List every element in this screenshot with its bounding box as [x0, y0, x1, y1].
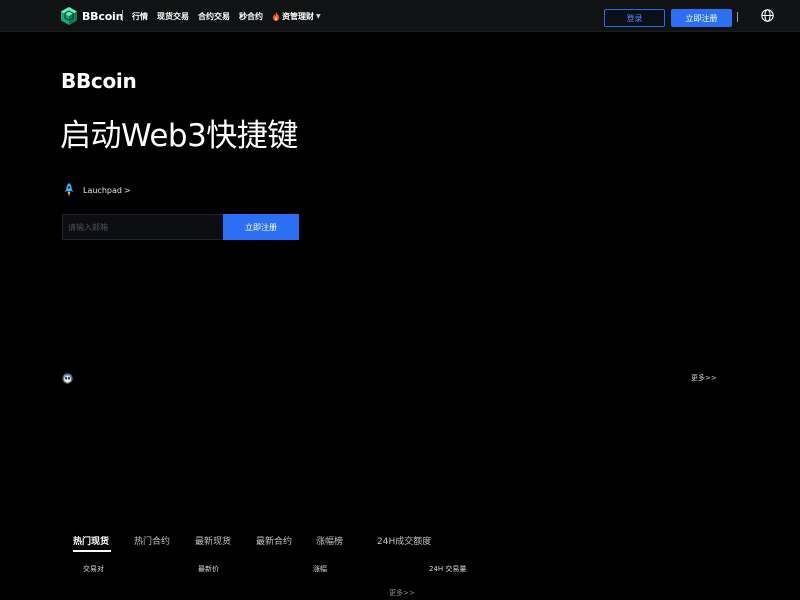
column-header-24h-volume: 24H 交易量: [429, 565, 467, 573]
hero-title: 启动Web3快捷键: [60, 118, 298, 154]
header-divider-right: [737, 12, 738, 22]
email-input[interactable]: [62, 214, 223, 240]
nav-item-spot-trading[interactable]: 现货交易: [157, 11, 189, 22]
brand-title: BBcoin: [61, 69, 137, 93]
tab-new-futures[interactable]: 最新合约: [256, 534, 292, 547]
launchpad-label: Lauchpad: [83, 185, 122, 195]
fire-icon: [273, 11, 279, 21]
logo[interactable]: BBcoin: [59, 6, 123, 26]
email-signup-form: 立即注册: [62, 214, 299, 240]
globe-icon[interactable]: [761, 9, 774, 22]
page: BBcoin 行情 现货交易 合约交易 秒合约 资管理财 ▼ 登录 立即注册 B…: [0, 0, 800, 600]
market-table-header: 交易对 最新价 涨幅 24H 交易量: [0, 564, 800, 574]
nav-item-second-contract[interactable]: 秒合约: [239, 11, 263, 22]
nav-item-market[interactable]: 行情: [132, 11, 148, 22]
register-button-header[interactable]: 立即注册: [671, 9, 732, 27]
tab-hot-futures[interactable]: 热门合约: [134, 534, 170, 547]
nav-item-wealth-label: 资管理财: [282, 11, 314, 21]
chevron-right-icon: >: [123, 185, 131, 195]
header-divider: [122, 10, 123, 21]
top-header: BBcoin 行情 现货交易 合约交易 秒合约 资管理财 ▼ 登录 立即注册: [0, 0, 800, 32]
logo-text: BBcoin: [82, 9, 124, 23]
launchpad-link[interactable]: Lauchpad >: [63, 183, 131, 197]
active-tab-indicator: [73, 550, 111, 552]
announcement-icon: [62, 373, 73, 384]
column-header-change: 涨幅: [313, 565, 327, 573]
main-nav: 行情 现货交易 合约交易 秒合约 资管理财 ▼: [132, 0, 330, 32]
nav-item-wealth-management[interactable]: 资管理财 ▼: [272, 11, 321, 22]
register-button-hero[interactable]: 立即注册: [223, 214, 299, 240]
tab-hot-spot[interactable]: 热门现货: [73, 534, 109, 547]
logo-cube-icon: [61, 7, 77, 25]
caret-down-icon: ▼: [316, 12, 321, 20]
column-header-last-price: 最新价: [198, 565, 219, 573]
tab-top-gainers[interactable]: 涨幅榜: [316, 534, 343, 547]
rocket-icon: [64, 183, 74, 197]
login-button[interactable]: 登录: [604, 9, 665, 27]
tab-new-spot[interactable]: 最新现货: [195, 534, 231, 547]
announcement-more-link[interactable]: 更多>>: [691, 373, 717, 383]
nav-item-futures-trading[interactable]: 合约交易: [198, 11, 230, 22]
tab-24h-volume[interactable]: 24H成交额度: [377, 534, 431, 547]
column-header-pair: 交易对: [83, 565, 104, 573]
market-more-link[interactable]: 更多>>: [389, 588, 415, 598]
